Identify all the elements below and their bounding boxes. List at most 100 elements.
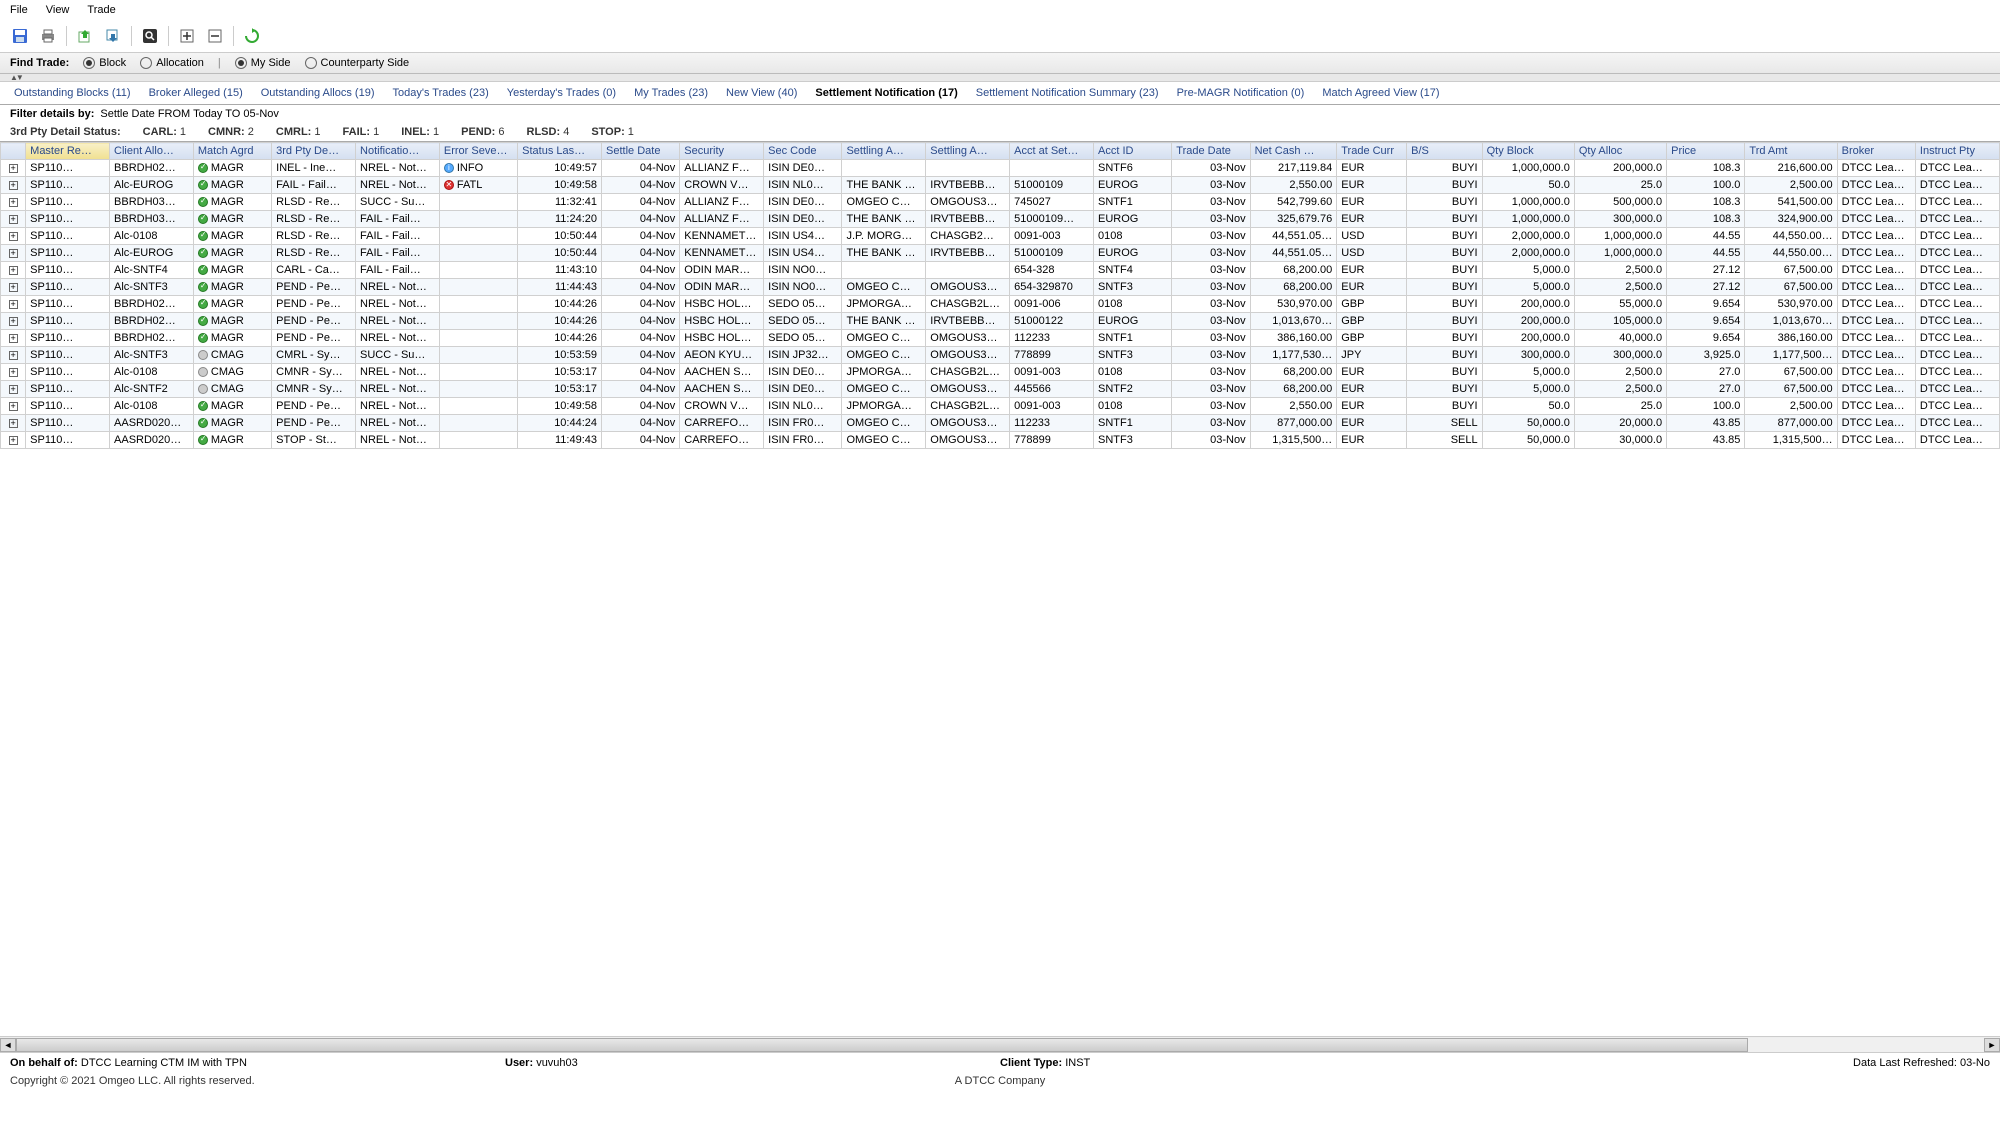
expand-row-icon[interactable]: + bbox=[9, 283, 18, 292]
save-icon[interactable] bbox=[8, 24, 32, 48]
table-row[interactable]: +SP110…Alc-0108MAGRRLSD - Re…FAIL - Fail… bbox=[1, 228, 2000, 245]
view-tabs: Outstanding Blocks (11)Broker Alleged (1… bbox=[0, 82, 2000, 105]
menu-view[interactable]: View bbox=[46, 4, 70, 16]
import-icon[interactable] bbox=[101, 24, 125, 48]
column-header[interactable]: Qty Alloc bbox=[1574, 143, 1666, 160]
radio-allocation[interactable]: Allocation bbox=[140, 57, 204, 69]
match-status-icon bbox=[198, 401, 208, 411]
column-header[interactable]: Security bbox=[680, 143, 764, 160]
table-row[interactable]: +SP110…Alc-EUROGMAGRRLSD - Re…FAIL - Fai… bbox=[1, 245, 2000, 262]
tab-1[interactable]: Broker Alleged (15) bbox=[141, 84, 251, 104]
table-row[interactable]: +SP110…Alc-SNTF4MAGRCARL - Ca…FAIL - Fai… bbox=[1, 262, 2000, 279]
expand-row-icon[interactable]: + bbox=[9, 436, 18, 445]
tab-7[interactable]: Settlement Notification (17) bbox=[807, 84, 965, 104]
expand-row-icon[interactable]: + bbox=[9, 232, 18, 241]
tab-9[interactable]: Pre-MAGR Notification (0) bbox=[1169, 84, 1313, 104]
table-row[interactable]: +SP110…BBRDH02…MAGRPEND - Pe…NREL - Not…… bbox=[1, 296, 2000, 313]
scroll-left-icon[interactable]: ◄ bbox=[0, 1038, 16, 1052]
expand-row-icon[interactable]: + bbox=[9, 249, 18, 258]
expand-row-icon[interactable]: + bbox=[9, 419, 18, 428]
expand-row-icon[interactable]: + bbox=[9, 402, 18, 411]
radio-my-side[interactable]: My Side bbox=[235, 57, 291, 69]
column-header[interactable]: Acct ID bbox=[1094, 143, 1172, 160]
error-severity-icon bbox=[444, 163, 454, 173]
column-header[interactable]: Client Allo… bbox=[110, 143, 194, 160]
expand-row-icon[interactable]: + bbox=[9, 368, 18, 377]
expand-row-icon[interactable]: + bbox=[9, 215, 18, 224]
column-header[interactable]: Settling A… bbox=[926, 143, 1010, 160]
column-header[interactable]: Sec Code bbox=[764, 143, 842, 160]
status-count: CARL: 1 bbox=[143, 126, 186, 138]
match-status-icon bbox=[198, 231, 208, 241]
tab-8[interactable]: Settlement Notification Summary (23) bbox=[968, 84, 1167, 104]
table-row[interactable]: +SP110…Alc-0108MAGRPEND - Pe…NREL - Not…… bbox=[1, 398, 2000, 415]
tab-5[interactable]: My Trades (23) bbox=[626, 84, 716, 104]
table-row[interactable]: +SP110…Alc-EUROGMAGRFAIL - Fail…NREL - N… bbox=[1, 177, 2000, 194]
column-header[interactable]: Notificatio… bbox=[356, 143, 440, 160]
column-header[interactable]: Qty Block bbox=[1482, 143, 1574, 160]
tab-4[interactable]: Yesterday's Trades (0) bbox=[499, 84, 624, 104]
tab-2[interactable]: Outstanding Allocs (19) bbox=[253, 84, 383, 104]
table-row[interactable]: +SP110…Alc-0108CMAGCMNR - Sy…NREL - Not…… bbox=[1, 364, 2000, 381]
export-icon[interactable] bbox=[73, 24, 97, 48]
column-header[interactable]: B/S bbox=[1407, 143, 1482, 160]
refresh-icon[interactable] bbox=[240, 24, 264, 48]
match-status-icon bbox=[198, 299, 208, 309]
match-status-icon bbox=[198, 214, 208, 224]
scroll-thumb[interactable] bbox=[16, 1038, 1748, 1052]
column-header[interactable]: Trd Amt bbox=[1745, 143, 1837, 160]
expand-row-icon[interactable]: + bbox=[9, 164, 18, 173]
menu-trade[interactable]: Trade bbox=[87, 4, 115, 16]
expand-row-icon[interactable]: + bbox=[9, 351, 18, 360]
column-header[interactable]: Settle Date bbox=[602, 143, 680, 160]
horizontal-scrollbar[interactable]: ◄ ► bbox=[0, 1036, 2000, 1052]
collapse-handle[interactable]: ▲▼ bbox=[0, 74, 2000, 82]
data-grid[interactable]: Master Re…Client Allo…Match Agrd3rd Pty … bbox=[0, 141, 2000, 1036]
column-header[interactable]: Error Seve… bbox=[439, 143, 517, 160]
radio-counterparty[interactable]: Counterparty Side bbox=[305, 57, 410, 69]
column-header[interactable]: Trade Date bbox=[1172, 143, 1250, 160]
print-icon[interactable] bbox=[36, 24, 60, 48]
column-header[interactable]: Instruct Pty bbox=[1915, 143, 1999, 160]
column-header[interactable]: Master Re… bbox=[26, 143, 110, 160]
table-row[interactable]: +SP110…Alc-SNTF3CMAGCMRL - Sy…SUCC - Su…… bbox=[1, 347, 2000, 364]
expand-row-icon[interactable]: + bbox=[9, 317, 18, 326]
table-row[interactable]: +SP110…BBRDH02…MAGRINEL - Ine…NREL - Not… bbox=[1, 160, 2000, 177]
table-row[interactable]: +SP110…AASRD020…MAGRSTOP - St…NREL - Not… bbox=[1, 432, 2000, 449]
column-header[interactable]: Broker bbox=[1837, 143, 1915, 160]
table-row[interactable]: +SP110…Alc-SNTF2CMAGCMNR - Sy…NREL - Not… bbox=[1, 381, 2000, 398]
column-header[interactable]: Status Las… bbox=[518, 143, 602, 160]
menu-file[interactable]: File bbox=[10, 4, 28, 16]
match-status-icon bbox=[198, 435, 208, 445]
expand-row-icon[interactable]: + bbox=[9, 266, 18, 275]
find-icon[interactable] bbox=[138, 24, 162, 48]
column-header[interactable]: Trade Curr bbox=[1337, 143, 1407, 160]
collapse-all-icon[interactable] bbox=[203, 24, 227, 48]
expand-row-icon[interactable]: + bbox=[9, 385, 18, 394]
toolbar bbox=[0, 20, 2000, 53]
scroll-right-icon[interactable]: ► bbox=[1984, 1038, 2000, 1052]
expand-row-icon[interactable]: + bbox=[9, 198, 18, 207]
column-header[interactable]: Match Agrd bbox=[193, 143, 271, 160]
tab-6[interactable]: New View (40) bbox=[718, 84, 805, 104]
column-header[interactable]: Price bbox=[1667, 143, 1745, 160]
table-row[interactable]: +SP110…BBRDH03…MAGRRLSD - Re…SUCC - Su…1… bbox=[1, 194, 2000, 211]
expand-row-icon[interactable]: + bbox=[9, 334, 18, 343]
column-header[interactable]: Acct at Set… bbox=[1010, 143, 1094, 160]
tab-10[interactable]: Match Agreed View (17) bbox=[1314, 84, 1447, 104]
expand-all-icon[interactable] bbox=[175, 24, 199, 48]
table-row[interactable]: +SP110…BBRDH02…MAGRPEND - Pe…NREL - Not…… bbox=[1, 313, 2000, 330]
tab-0[interactable]: Outstanding Blocks (11) bbox=[6, 84, 139, 104]
table-row[interactable]: +SP110…AASRD020…MAGRPEND - Pe…NREL - Not… bbox=[1, 415, 2000, 432]
table-row[interactable]: +SP110…BBRDH03…MAGRRLSD - Re…FAIL - Fail… bbox=[1, 211, 2000, 228]
table-row[interactable]: +SP110…BBRDH02…MAGRPEND - Pe…NREL - Not…… bbox=[1, 330, 2000, 347]
expand-row-icon[interactable]: + bbox=[9, 181, 18, 190]
column-header[interactable]: 3rd Pty De… bbox=[272, 143, 356, 160]
expand-row-icon[interactable]: + bbox=[9, 300, 18, 309]
column-header[interactable]: Settling A… bbox=[842, 143, 926, 160]
find-trade-label: Find Trade: bbox=[10, 57, 69, 69]
column-header[interactable]: Net Cash … bbox=[1250, 143, 1337, 160]
table-row[interactable]: +SP110…Alc-SNTF3MAGRPEND - Pe…NREL - Not… bbox=[1, 279, 2000, 296]
radio-block[interactable]: Block bbox=[83, 57, 126, 69]
tab-3[interactable]: Today's Trades (23) bbox=[384, 84, 496, 104]
